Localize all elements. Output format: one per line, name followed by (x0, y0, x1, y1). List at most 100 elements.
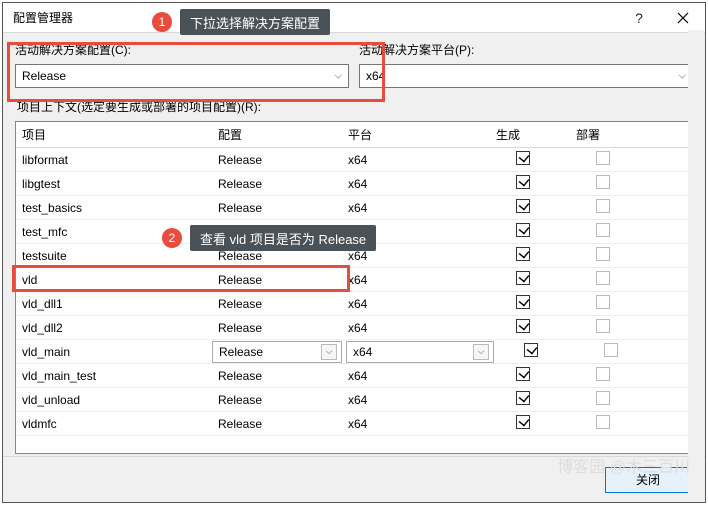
cell-config-dropdown[interactable]: Release (212, 317, 342, 339)
annotation-1-text: 下拉选择解决方案配置 (190, 13, 320, 32)
build-checkbox[interactable] (516, 391, 530, 405)
build-checkbox[interactable] (524, 343, 538, 357)
help-button[interactable]: ? (617, 3, 661, 33)
cell-deploy (578, 343, 648, 360)
table-row[interactable]: vld_main Release ⌵ x64 ⌵ (16, 340, 692, 364)
build-checkbox[interactable] (516, 367, 530, 381)
cell-platform-dropdown[interactable]: x64 (342, 317, 490, 339)
deploy-checkbox[interactable] (596, 415, 610, 429)
close-icon[interactable] (661, 3, 705, 33)
col-platform[interactable]: 平台 (342, 126, 490, 143)
chevron-down-icon: ⌵ (321, 344, 337, 360)
table-row[interactable]: vld_main_test Release x64 (16, 364, 692, 388)
cell-platform-dropdown[interactable]: x64 (342, 389, 490, 411)
cell-config-value: Release (218, 369, 262, 383)
cell-config-dropdown[interactable]: Release (212, 389, 342, 411)
cell-config-dropdown[interactable]: Release (212, 269, 342, 291)
deploy-checkbox[interactable] (596, 151, 610, 165)
cell-config-value: Release (218, 153, 262, 167)
table-row[interactable]: vld_unload Release x64 (16, 388, 692, 412)
solution-platform-value: x64 (366, 69, 385, 83)
table-row[interactable]: libgtest Release x64 (16, 172, 692, 196)
deploy-checkbox[interactable] (596, 295, 610, 309)
close-button[interactable]: 关闭 (605, 467, 691, 493)
col-build[interactable]: 生成 (490, 126, 570, 143)
cell-platform-dropdown[interactable]: x64 (342, 197, 490, 219)
build-checkbox[interactable] (516, 415, 530, 429)
cell-build (490, 151, 570, 168)
build-checkbox[interactable] (516, 175, 530, 189)
cell-config-value: Release (218, 273, 262, 287)
table-row[interactable]: vld Release x64 (16, 268, 692, 292)
solution-config-dropdown[interactable]: Release ⌵ (15, 64, 349, 88)
deploy-checkbox[interactable] (596, 223, 610, 237)
cell-project: test_basics (16, 201, 212, 215)
table-row[interactable]: libformat Release x64 (16, 148, 692, 172)
cell-project: vld_main (16, 345, 212, 359)
cell-deploy (570, 151, 640, 168)
deploy-checkbox[interactable] (596, 247, 610, 261)
cell-platform-dropdown[interactable]: x64 (342, 149, 490, 171)
table-row[interactable]: vld_dll2 Release x64 (16, 316, 692, 340)
build-checkbox[interactable] (516, 151, 530, 165)
deploy-checkbox[interactable] (596, 391, 610, 405)
cell-config-dropdown[interactable]: Release (212, 149, 342, 171)
cell-config-dropdown[interactable]: Release (212, 197, 342, 219)
cell-config-dropdown[interactable]: Release (212, 365, 342, 387)
solution-config-value: Release (22, 69, 66, 83)
cell-platform-dropdown[interactable]: x64 (342, 293, 490, 315)
cell-platform-value: x64 (348, 369, 367, 383)
cell-config-value: Release (218, 393, 262, 407)
cell-platform-dropdown[interactable]: x64 (342, 413, 490, 435)
cell-build (490, 271, 570, 288)
build-checkbox[interactable] (516, 271, 530, 285)
table-header: 项目 配置 平台 生成 部署 (16, 122, 692, 148)
cell-platform-value: x64 (348, 201, 367, 215)
cell-config-dropdown[interactable]: Release (212, 173, 342, 195)
cell-deploy (570, 175, 640, 192)
cell-platform-value: x64 (348, 153, 367, 167)
solution-config-label: 活动解决方案配置(C): (15, 41, 349, 58)
build-checkbox[interactable] (516, 199, 530, 213)
build-checkbox[interactable] (516, 223, 530, 237)
cell-build (490, 295, 570, 312)
col-deploy[interactable]: 部署 (570, 126, 640, 143)
col-config[interactable]: 配置 (212, 126, 342, 143)
cell-platform-value: x64 (348, 273, 367, 287)
cell-platform-value: x64 (353, 345, 372, 359)
deploy-checkbox[interactable] (596, 175, 610, 189)
table-row[interactable]: vldmfc Release x64 (16, 412, 692, 436)
cell-deploy (570, 199, 640, 216)
cell-project: vld_dll2 (16, 321, 212, 335)
deploy-checkbox[interactable] (596, 367, 610, 381)
cell-project: vld (16, 273, 212, 287)
cell-build (490, 415, 570, 432)
cell-config-value: Release (219, 345, 263, 359)
table-row[interactable]: vld_dll1 Release x64 (16, 292, 692, 316)
table-row[interactable]: test_basics Release x64 (16, 196, 692, 220)
cell-build (490, 391, 570, 408)
deploy-checkbox[interactable] (596, 319, 610, 333)
cell-deploy (570, 295, 640, 312)
build-checkbox[interactable] (516, 319, 530, 333)
build-checkbox[interactable] (516, 295, 530, 309)
cell-deploy (570, 271, 640, 288)
cell-platform-dropdown[interactable]: x64 (342, 269, 490, 291)
cell-config-dropdown[interactable]: Release (212, 293, 342, 315)
cell-platform-dropdown[interactable]: x64 ⌵ (346, 341, 494, 363)
cell-config-value: Release (218, 177, 262, 191)
chevron-down-icon: ⌵ (334, 71, 342, 82)
projects-table: 项目 配置 平台 生成 部署 libformat Release x64 lib… (15, 121, 693, 454)
cell-platform-dropdown[interactable]: x64 (342, 173, 490, 195)
cell-config-dropdown[interactable]: Release (212, 413, 342, 435)
deploy-checkbox[interactable] (596, 199, 610, 213)
cell-build (498, 343, 578, 360)
cell-platform-dropdown[interactable]: x64 (342, 365, 490, 387)
scrollbar[interactable] (688, 121, 693, 454)
deploy-checkbox[interactable] (604, 343, 618, 357)
cell-config-dropdown[interactable]: Release ⌵ (212, 341, 342, 363)
col-project[interactable]: 项目 (16, 126, 212, 143)
solution-platform-dropdown[interactable]: x64 ⌵ (359, 64, 693, 88)
deploy-checkbox[interactable] (596, 271, 610, 285)
build-checkbox[interactable] (516, 247, 530, 261)
